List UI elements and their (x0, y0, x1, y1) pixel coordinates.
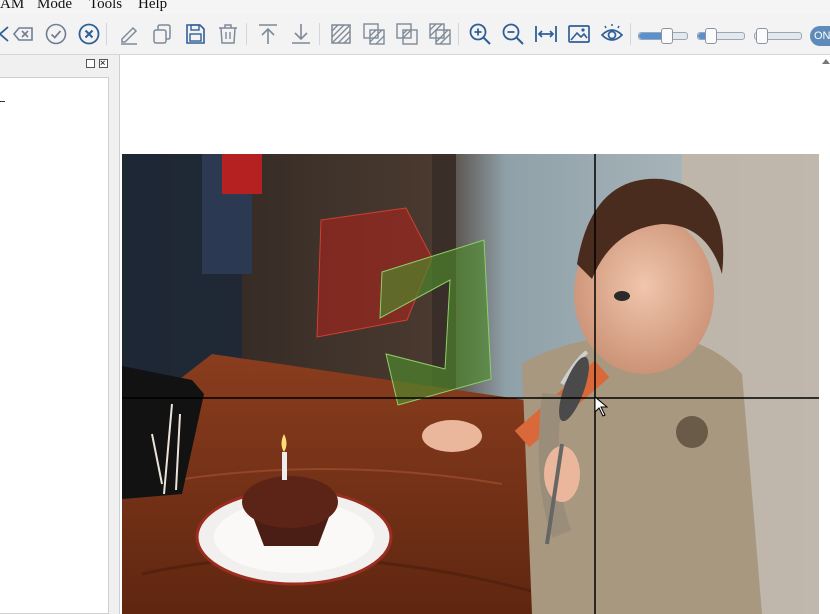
eye-icon[interactable] (599, 21, 625, 47)
x-circle-icon[interactable] (76, 21, 102, 47)
toolbar: ON (0, 14, 830, 55)
scroll-up-arrow-icon[interactable] (822, 59, 830, 64)
contrast-slider[interactable] (697, 28, 745, 44)
trash-icon[interactable] (215, 21, 241, 47)
cupcake (242, 476, 338, 528)
float-panel-icon[interactable] (86, 59, 95, 68)
side-panel-titlebar (0, 55, 113, 77)
move-top-icon[interactable] (255, 21, 281, 47)
pencil-icon[interactable] (116, 21, 142, 47)
close-box-icon[interactable] (10, 21, 36, 47)
overlay-toggle[interactable]: ON (810, 26, 830, 46)
copy-icon[interactable] (149, 21, 175, 47)
overlap-icon[interactable] (394, 21, 420, 47)
list-item-marker (0, 101, 5, 102)
toolbar-separator (319, 23, 320, 45)
hatch-layer-icon[interactable] (328, 21, 354, 47)
check-circle-icon[interactable] (43, 21, 69, 47)
zoom-out-icon[interactable] (500, 21, 526, 47)
image-icon[interactable] (566, 21, 592, 47)
fit-width-icon[interactable] (533, 21, 559, 47)
side-panel-list[interactable] (0, 77, 109, 614)
toolbar-separator (458, 23, 459, 45)
close-panel-icon[interactable] (99, 59, 108, 68)
contrast-slider-thumb[interactable] (705, 28, 717, 44)
annotated-photo[interactable] (122, 154, 819, 614)
annotation-canvas[interactable] (119, 55, 830, 614)
opacity-slider-thumb[interactable] (756, 28, 768, 44)
zoom-in-icon[interactable] (467, 21, 493, 47)
brightness-slider-thumb[interactable] (661, 28, 673, 44)
menu-item-help[interactable]: Help (138, 0, 167, 13)
hatch-layers-icon[interactable] (361, 21, 387, 47)
opacity-slider[interactable] (754, 28, 802, 44)
overlap-all-icon[interactable] (427, 21, 453, 47)
save-icon[interactable] (182, 21, 208, 47)
menu-bar: AM Mode Tools Help (0, 0, 830, 14)
menu-item-tools[interactable]: Tools (89, 0, 122, 13)
brightness-slider[interactable] (638, 28, 688, 44)
move-bottom-icon[interactable] (288, 21, 314, 47)
side-panel (0, 55, 113, 614)
toolbar-separator (246, 23, 247, 45)
toolbar-separator (630, 23, 631, 45)
toolbar-separator (106, 23, 107, 45)
menu-item-am[interactable]: AM (0, 0, 24, 13)
menu-item-mode[interactable]: Mode (37, 0, 72, 13)
